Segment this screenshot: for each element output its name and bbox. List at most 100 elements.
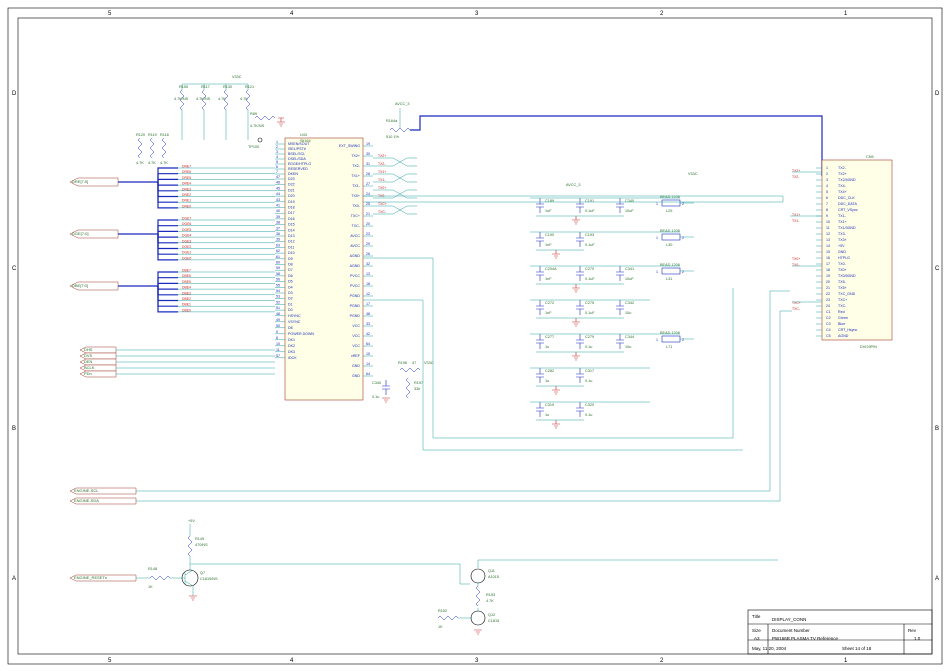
svg-text:54: 54 (276, 289, 280, 293)
svg-text:DGE0: DGE0 (182, 256, 191, 260)
svg-text:D10: D10 (288, 251, 295, 255)
svg-text:PVCC: PVCC (350, 284, 360, 288)
svg-text:57: 57 (276, 354, 280, 358)
svg-text:DDC_DATA: DDC_DATA (838, 202, 857, 206)
svg-text:TX2+: TX2+ (792, 169, 800, 173)
svg-text:D3: D3 (288, 291, 293, 295)
svg-text:DRE7: DRE7 (182, 165, 191, 169)
svg-text:D9: D9 (288, 257, 293, 261)
svg-text:AVCC: AVCC (350, 234, 360, 238)
svg-text:TX3-: TX3- (838, 232, 847, 236)
svg-text:7: 7 (826, 202, 828, 206)
v33c-label: V33C (688, 172, 698, 176)
svg-text:DGE6: DGE6 (182, 222, 191, 226)
svg-text:35: 35 (276, 238, 280, 242)
svg-text:3: 3 (475, 658, 479, 664)
svg-text:Green: Green (838, 316, 848, 320)
svg-text:TX4+: TX4+ (838, 190, 847, 194)
svg-text:ENGINE-SDA: ENGINE-SDA (74, 498, 99, 503)
svg-text:DEN: DEN (84, 359, 93, 364)
svg-text:40: 40 (276, 209, 280, 213)
svg-text:EXT_SWING: EXT_SWING (339, 144, 360, 148)
svg-text:POWER DOWN: POWER DOWN (288, 332, 314, 336)
svg-text:3: 3 (826, 178, 828, 182)
svg-text:18: 18 (826, 268, 830, 272)
svg-text:CRT_VSync: CRT_VSync (838, 208, 858, 212)
svg-text:C204A: C204A (545, 267, 557, 271)
svg-text:4.7K: 4.7K (160, 161, 168, 165)
svg-text:BEAD 1206: BEAD 1206 (660, 195, 680, 199)
svg-text:TX5-: TX5- (838, 280, 847, 284)
svg-text:5: 5 (276, 160, 278, 164)
svg-text:DBE1: DBE1 (182, 303, 191, 307)
svg-text:8: 8 (826, 208, 828, 212)
svg-text:14: 14 (366, 362, 370, 366)
svg-text:24: 24 (826, 304, 830, 308)
svg-text:D16: D16 (288, 217, 295, 221)
svg-text:C: C (935, 266, 940, 272)
svg-text:DRE5: DRE5 (182, 176, 191, 180)
svg-text:1K: 1K (438, 625, 443, 629)
svg-text:BEAD 1206: BEAD 1206 (660, 331, 680, 335)
conn-title: CN5 (866, 155, 874, 159)
svg-text:17: 17 (366, 302, 370, 306)
svg-text:TX2-: TX2- (352, 164, 361, 168)
svg-text:R196: R196 (398, 361, 407, 365)
svg-text:3: 3 (475, 11, 479, 17)
svg-text:C275: C275 (585, 301, 594, 305)
svg-text:47: 47 (412, 361, 416, 365)
svg-text:DGE2: DGE2 (182, 245, 191, 249)
svg-text:C191: C191 (585, 199, 594, 203)
svg-text:4: 4 (276, 155, 278, 159)
svg-text:60: 60 (276, 261, 280, 265)
svg-text:62: 62 (276, 249, 280, 253)
svg-text:19: 19 (366, 142, 370, 146)
svg-text:4.7K/NS: 4.7K/NS (174, 97, 189, 101)
svg-text:R197: R197 (414, 381, 423, 385)
svg-text:HSYNC: HSYNC (288, 314, 301, 318)
svg-text:GND: GND (838, 250, 846, 254)
svg-text:1.0: 1.0 (914, 636, 921, 641)
svg-text:C341: C341 (625, 267, 634, 271)
svg-text:51: 51 (276, 306, 280, 310)
svg-text:R130: R130 (223, 85, 232, 89)
svg-text:TX0-: TX0- (838, 262, 847, 266)
svg-text:C340: C340 (625, 199, 634, 203)
svg-text:TX1+: TX1+ (378, 170, 386, 174)
avcc3-label2: AVCC_3 (566, 183, 581, 187)
svg-text:TX3+: TX3+ (838, 238, 847, 242)
svg-text:C342: C342 (625, 301, 634, 305)
svg-text:2: 2 (682, 338, 684, 342)
tp100: TP100 (248, 138, 262, 149)
svg-text:DRE4: DRE4 (182, 182, 191, 186)
svg-text:39: 39 (276, 215, 280, 219)
svg-text:4.7K: 4.7K (148, 161, 156, 165)
svg-text:20: 20 (826, 280, 830, 284)
svg-text:TX0+: TX0+ (378, 186, 386, 190)
svg-text:TX0+: TX0+ (792, 257, 800, 261)
svg-text:ENGINE_RESETn: ENGINE_RESETn (74, 575, 107, 580)
svg-text:DDC_CLK: DDC_CLK (838, 196, 855, 200)
svg-text:510 1%: 510 1% (386, 135, 400, 139)
svg-text:TXC+: TXC+ (378, 202, 387, 206)
svg-text:4.7K: 4.7K (486, 599, 494, 603)
svg-text:0.1u: 0.1u (585, 379, 592, 383)
svg-text:R149: R149 (195, 537, 204, 541)
r89: R89 4.7K/NS (250, 112, 285, 128)
svg-text:PGND: PGND (350, 294, 361, 298)
svg-text:TXC-: TXC- (838, 304, 847, 308)
svg-text:DGE5: DGE5 (182, 228, 191, 232)
svg-text:DGE7: DGE7 (182, 217, 191, 221)
svg-text:29: 29 (366, 242, 370, 246)
svg-text:DGE[7:0]: DGE[7:0] (72, 231, 88, 236)
svg-text:Q7: Q7 (200, 571, 205, 575)
svg-text:Sheet 14 of 18: Sheet 14 of 18 (842, 646, 872, 651)
svg-text:1u: 1u (545, 413, 549, 417)
vref-net: R196 47 V33C R197 33k C340 0.1u (372, 361, 434, 402)
svg-text:D14: D14 (288, 228, 295, 232)
svg-text:D1: D1 (288, 302, 293, 306)
svg-text:L31: L31 (666, 277, 672, 281)
svg-text:TX1+: TX1+ (351, 174, 360, 178)
svg-text:32: 32 (366, 262, 370, 266)
svg-text:1: 1 (656, 338, 658, 342)
